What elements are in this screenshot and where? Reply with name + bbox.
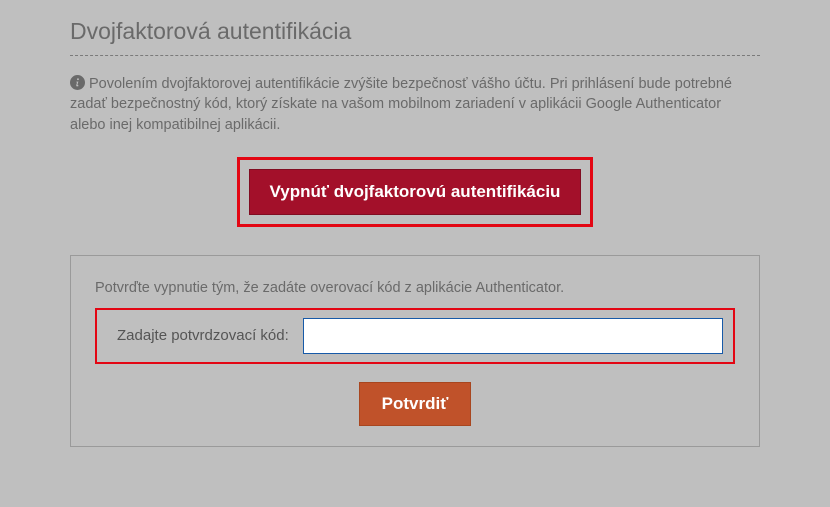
- info-circle-icon: [70, 75, 85, 90]
- page-title: Dvojfaktorová autentifikácia: [70, 18, 760, 45]
- divider: [70, 55, 760, 56]
- confirm-panel: Potvrďte vypnutie tým, že zadáte overova…: [70, 255, 760, 447]
- highlight-disable-button: Vypnúť dvojfaktorovú autentifikáciu: [237, 157, 594, 227]
- confirm-button[interactable]: Potvrdiť: [359, 382, 472, 426]
- code-field-label: Zadajte potvrdzovací kód:: [107, 327, 289, 344]
- info-text: Povolením dvojfaktorovej autentifikácie …: [70, 76, 732, 133]
- confirm-button-container: Potvrdiť: [95, 382, 735, 426]
- disable-2fa-button[interactable]: Vypnúť dvojfaktorovú autentifikáciu: [249, 169, 582, 215]
- info-paragraph: Povolením dvojfaktorovej autentifikácie …: [70, 74, 760, 135]
- two-factor-auth-page: Dvojfaktorová autentifikácia Povolením d…: [0, 0, 830, 477]
- confirm-instruction: Potvrďte vypnutie tým, že zadáte overova…: [95, 280, 735, 296]
- confirmation-code-input[interactable]: [303, 318, 723, 354]
- disable-button-container: Vypnúť dvojfaktorovú autentifikáciu: [70, 157, 760, 227]
- highlight-code-field: Zadajte potvrdzovací kód:: [95, 308, 735, 364]
